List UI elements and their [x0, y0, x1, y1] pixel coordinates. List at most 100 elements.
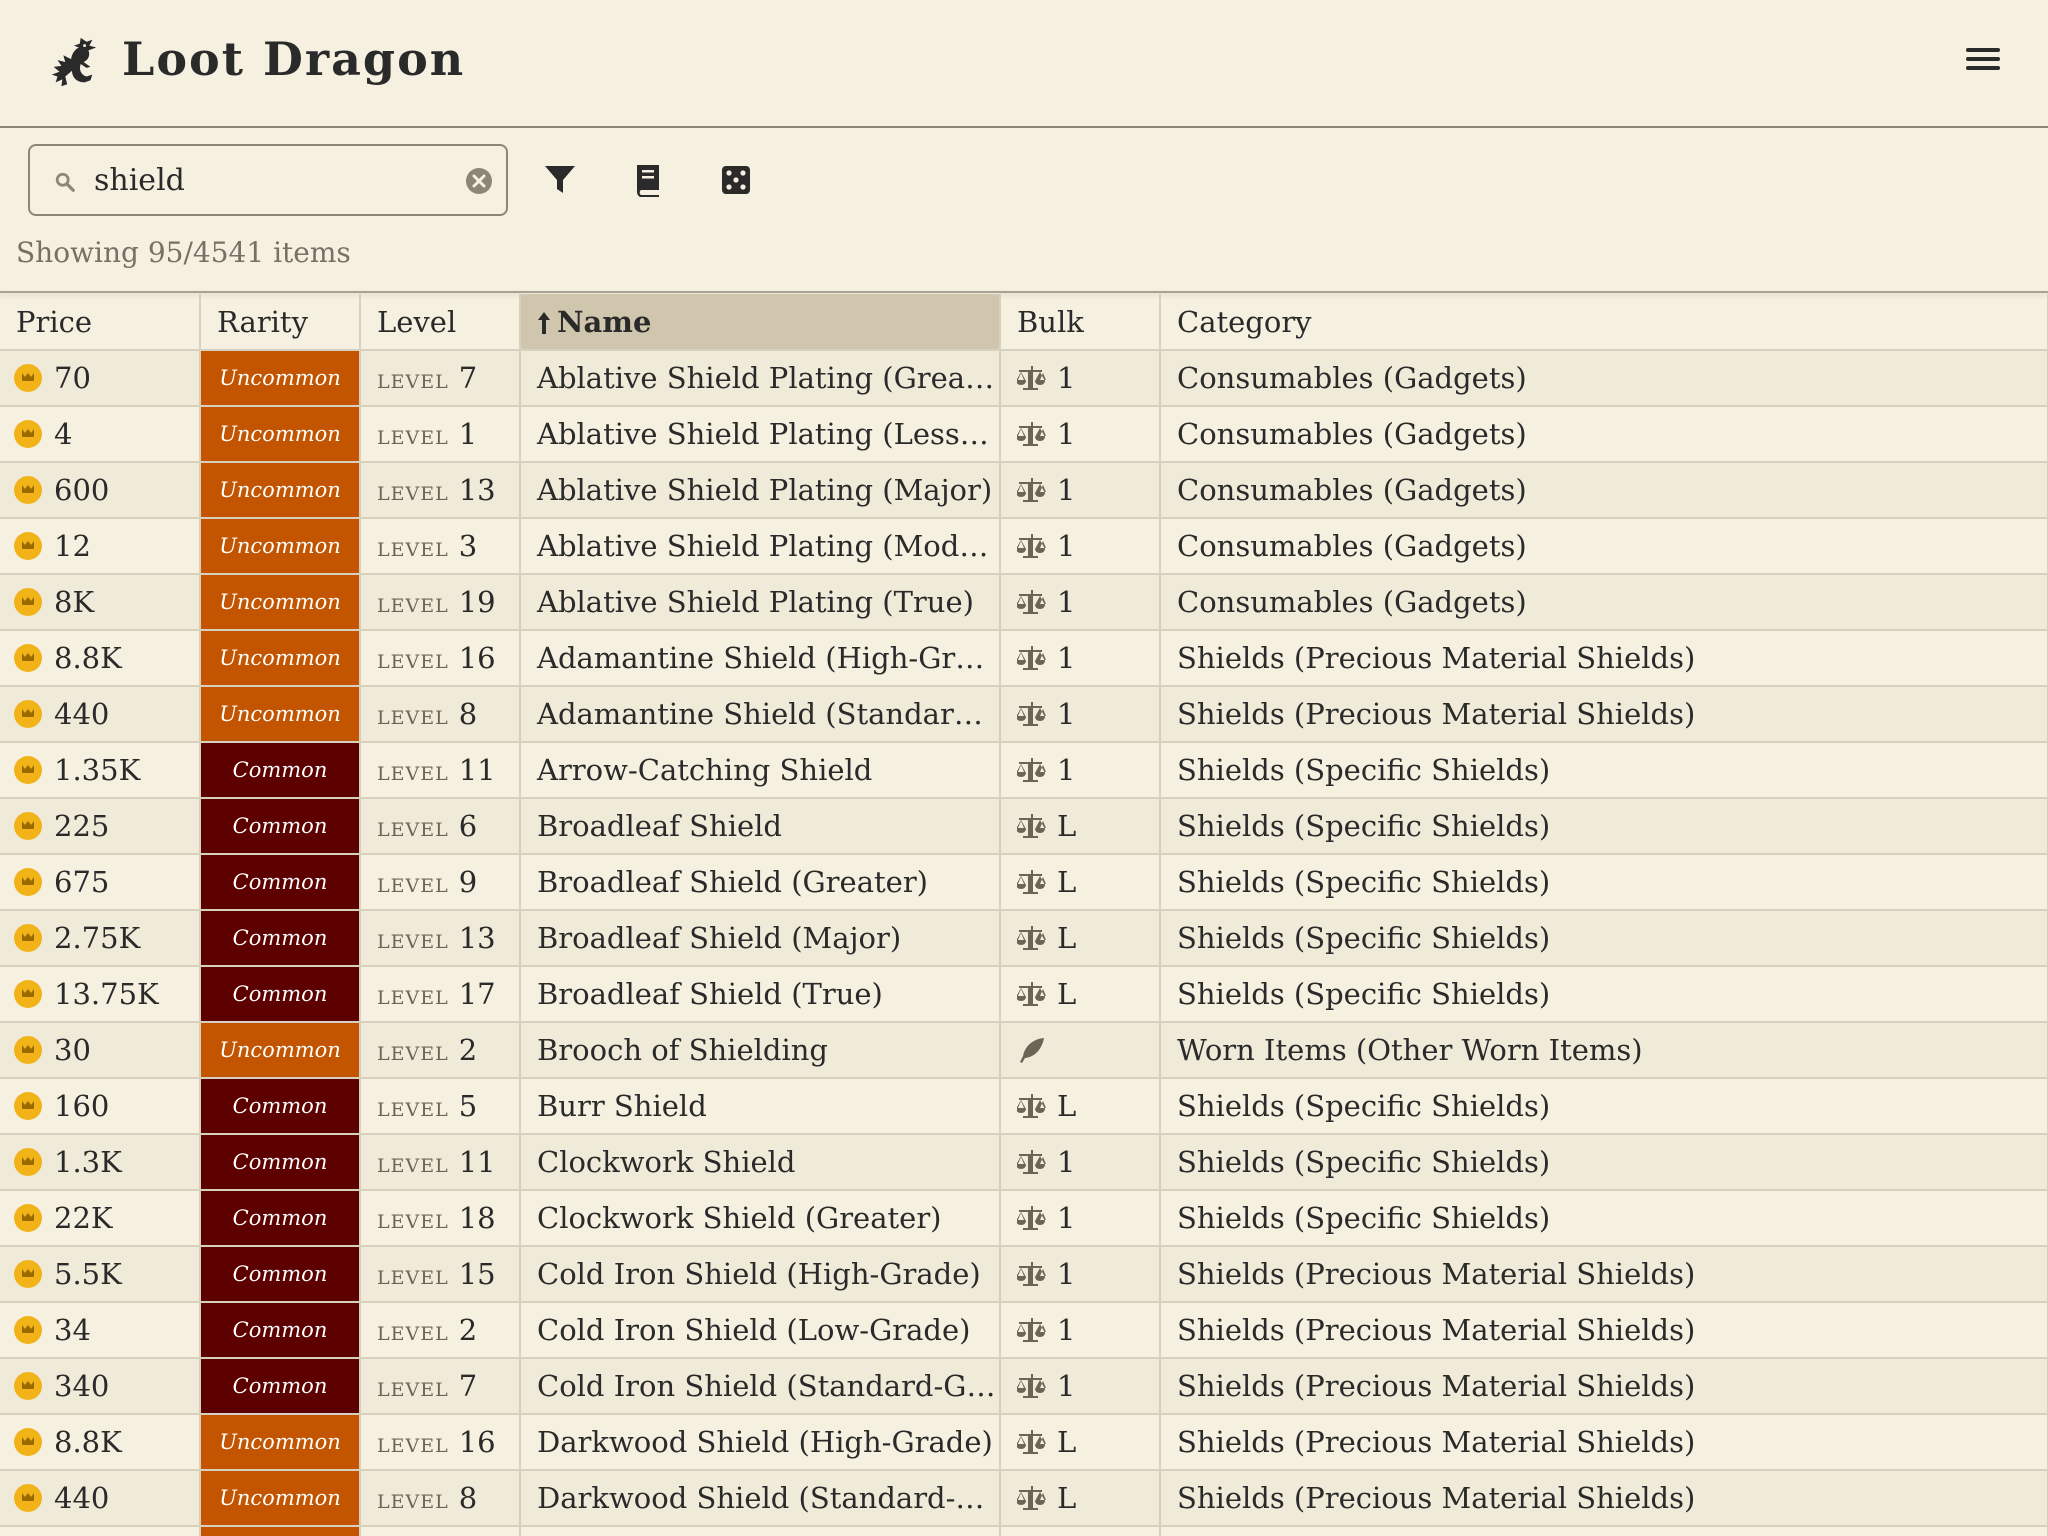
category-value: Shields (Specific Shields)	[1177, 1145, 1551, 1179]
scale-icon	[1016, 1204, 1047, 1232]
category-value: Consumables (Gadgets)	[1177, 529, 1527, 563]
price-cell: 1.3K	[0, 1134, 201, 1191]
name-cell[interactable]: Clockwork Shield	[520, 1134, 1001, 1191]
category-value: Shields (Specific Shields)	[1177, 809, 1551, 843]
name-cell[interactable]: Broadleaf Shield (True)	[520, 966, 1001, 1023]
table-row[interactable]: 8.8K Uncommon LEVEL 16 Adamantine Shield (Hi…	[0, 630, 2048, 687]
table-row[interactable]: 5.5K Common LEVEL 15 Cold Iron Shield (High-…	[0, 1246, 2048, 1303]
level-value: 16	[458, 1425, 496, 1459]
table-row[interactable]: 34 Common LEVEL 2 Cold Iron Shield (Low-Grad…	[0, 1302, 2048, 1359]
name-cell[interactable]: Ablative Shield Plating (True)	[520, 574, 1001, 631]
name-cell[interactable]: Arrow-Catching Shield	[520, 742, 1001, 799]
table-row[interactable]: 2.75K Common LEVEL 13 Broadleaf Shield (Majo…	[0, 910, 2048, 967]
gold-coin-icon	[14, 1260, 42, 1288]
item-name: Broadleaf Shield (True)	[537, 977, 883, 1011]
name-cell[interactable]: Ablative Shield Plating (Moder...	[520, 518, 1001, 575]
column-header-rarity[interactable]: Rarity	[200, 294, 361, 351]
level-prefix: LEVEL	[377, 595, 449, 617]
column-header-label: Price	[16, 304, 93, 339]
item-name: Ablative Shield Plating (True)	[537, 585, 974, 619]
name-cell[interactable]: Cold Iron Shield (High-Grade)	[520, 1246, 1001, 1303]
bulk-cell: 1	[1000, 574, 1161, 631]
table-row[interactable]: 70 Uncommon LEVEL 7 Ablative Shield Plating …	[0, 350, 2048, 407]
table-row[interactable]: 30 Uncommon LEVEL 2 Brooch of Shielding Worn …	[0, 1022, 2048, 1079]
level-prefix: LEVEL	[377, 1043, 449, 1065]
scale-icon	[1016, 1316, 1047, 1344]
level-prefix: LEVEL	[377, 427, 449, 449]
table-row[interactable]: 8K Uncommon LEVEL 19 Ablative Shield Plating…	[0, 574, 2048, 631]
table-row[interactable]: 4 Uncommon LEVEL 1 Ablative Shield Plating (…	[0, 406, 2048, 463]
column-header-level[interactable]: Level	[360, 294, 521, 351]
level-cell: LEVEL 9	[360, 854, 521, 911]
name-cell[interactable]: Burr Shield	[520, 1078, 1001, 1135]
bulk-cell: 1	[1000, 742, 1161, 799]
name-cell[interactable]: Broadleaf Shield (Major)	[520, 910, 1001, 967]
filter-icon[interactable]	[540, 160, 580, 200]
table-row[interactable]: Uncommon	[0, 1526, 2048, 1536]
price-value: 225	[54, 809, 110, 843]
table-row[interactable]: 600 Uncommon LEVEL 13 Ablative Shield Platin…	[0, 462, 2048, 519]
name-cell[interactable]: Clockwork Shield (Greater)	[520, 1190, 1001, 1247]
rarity-badge: Uncommon	[201, 1023, 358, 1076]
bulk-value: L	[1057, 809, 1077, 843]
price-value: 30	[54, 1033, 91, 1067]
column-header-price[interactable]: Price	[0, 294, 201, 351]
table-row[interactable]: 340 Common LEVEL 7 Cold Iron Shield (Standar…	[0, 1358, 2048, 1415]
category-value: Shields (Specific Shields)	[1177, 1089, 1551, 1123]
table-row[interactable]: 160 Common LEVEL 5 Burr Shield L Shields (Spec…	[0, 1078, 2048, 1135]
name-cell[interactable]: Ablative Shield Plating (Major)	[520, 462, 1001, 519]
level-prefix: LEVEL	[377, 987, 449, 1009]
dice-icon[interactable]	[716, 160, 756, 200]
item-name: Arrow-Catching Shield	[537, 753, 873, 787]
table-row[interactable]: 440 Uncommon LEVEL 8 Adamantine Shield (Stan…	[0, 686, 2048, 743]
gold-coin-icon	[14, 1148, 42, 1176]
bulk-cell: L	[1000, 1414, 1161, 1471]
name-cell[interactable]: Broadleaf Shield	[520, 798, 1001, 855]
name-cell[interactable]: Adamantine Shield (High-Grade)	[520, 630, 1001, 687]
name-cell[interactable]: Adamantine Shield (Standard-...	[520, 686, 1001, 743]
name-cell[interactable]: Darkwood Shield (High-Grade)	[520, 1414, 1001, 1471]
category-value: Shields (Specific Shields)	[1177, 753, 1551, 787]
item-name: Ablative Shield Plating (Major)	[537, 473, 993, 507]
name-cell[interactable]: Brooch of Shielding	[520, 1022, 1001, 1079]
name-cell[interactable]: Cold Iron Shield (Low-Grade)	[520, 1302, 1001, 1359]
price-cell: 1.35K	[0, 742, 201, 799]
table-row[interactable]: 13.75K Common LEVEL 17 Broadleaf Shield (Tru…	[0, 966, 2048, 1023]
item-name: Darkwood Shield (High-Grade)	[537, 1425, 993, 1459]
level-value: 5	[458, 1089, 478, 1123]
clear-search-icon[interactable]	[464, 166, 494, 196]
rarity-cell: Uncommon	[200, 686, 361, 743]
book-icon[interactable]	[628, 160, 668, 200]
rarity-badge: Uncommon	[201, 631, 358, 684]
bulk-value: 1	[1057, 641, 1076, 675]
column-header-bulk[interactable]: Bulk	[1000, 294, 1161, 351]
search-input[interactable]	[94, 158, 434, 202]
name-cell[interactable]: Cold Iron Shield (Standard-Gra...	[520, 1358, 1001, 1415]
column-header-label: Category	[1177, 304, 1312, 339]
level-prefix: LEVEL	[377, 819, 449, 841]
bulk-value: 1	[1057, 585, 1076, 619]
column-header-category[interactable]: Category	[1160, 294, 2048, 351]
gold-coin-icon	[14, 420, 42, 448]
name-cell[interactable]: Broadleaf Shield (Greater)	[520, 854, 1001, 911]
table-row[interactable]: 8.8K Uncommon LEVEL 16 Darkwood Shield (High…	[0, 1414, 2048, 1471]
table-row[interactable]: 225 Common LEVEL 6 Broadleaf Shield L Shields …	[0, 798, 2048, 855]
item-name: Brooch of Shielding	[537, 1033, 828, 1067]
bulk-cell	[1000, 1022, 1161, 1079]
column-header-name[interactable]: Name	[520, 294, 1001, 351]
name-cell[interactable]: Darkwood Shield (Standard-Gr...	[520, 1470, 1001, 1527]
table-row[interactable]: 440 Uncommon LEVEL 8 Darkwood Shield (Standa…	[0, 1470, 2048, 1527]
search-box[interactable]	[28, 144, 508, 216]
table-row[interactable]: 22K Common LEVEL 18 Clockwork Shield (Greate…	[0, 1190, 2048, 1247]
table-row[interactable]: 1.35K Common LEVEL 11 Arrow-Catching Shield 1…	[0, 742, 2048, 799]
hamburger-menu-icon[interactable]	[1966, 48, 2000, 78]
column-header-label: Level	[377, 304, 457, 339]
level-prefix: LEVEL	[377, 931, 449, 953]
table-row[interactable]: 12 Uncommon LEVEL 3 Ablative Shield Plating …	[0, 518, 2048, 575]
name-cell[interactable]: Ablative Shield Plating (Greater)	[520, 350, 1001, 407]
table-row[interactable]: 1.3K Common LEVEL 11 Clockwork Shield 1 Shield…	[0, 1134, 2048, 1191]
name-cell[interactable]: Ablative Shield Plating (Lesser)	[520, 406, 1001, 463]
rarity-cell: Common	[200, 910, 361, 967]
table-row[interactable]: 675 Common LEVEL 9 Broadleaf Shield (Greater…	[0, 854, 2048, 911]
name-cell[interactable]	[520, 1526, 1001, 1536]
